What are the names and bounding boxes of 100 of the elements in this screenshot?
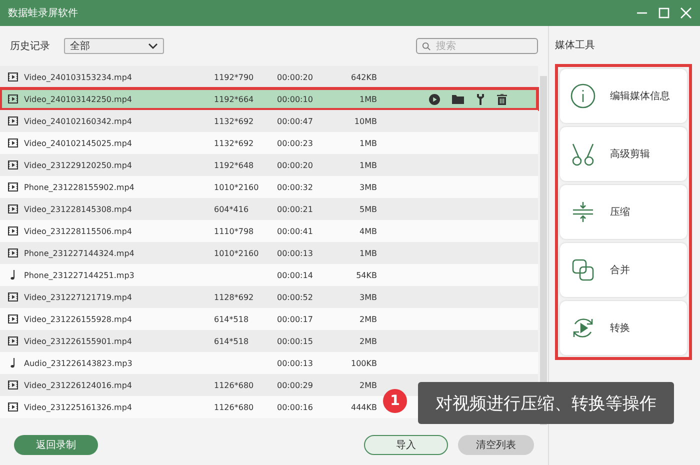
file-row[interactable]: Video_231227121719.mp4 1128*692 00:00:52 3MB (0, 286, 538, 308)
file-row[interactable]: Video_240102160342.mp4 1132*692 00:00:47 10MB (0, 110, 538, 132)
tool-card[interactable]: 高级剪辑 (560, 127, 687, 181)
video-icon (8, 160, 18, 170)
video-icon (8, 94, 18, 104)
wrench-icon[interactable] (476, 94, 485, 104)
video-icon (8, 116, 18, 126)
file-name: Video_231228145308.mp4 (24, 204, 132, 214)
action-button[interactable]: 清空列表 (458, 435, 534, 455)
tool-card[interactable]: 合并 (560, 243, 687, 297)
window-title: 数据蛙录屏软件 (8, 6, 79, 20)
resolution: 614*518 (214, 314, 249, 324)
filter-dropdown[interactable]: 全部 (64, 38, 164, 54)
video-icon (8, 292, 18, 302)
resolution: 1010*2160 (214, 248, 259, 258)
video-icon (8, 336, 18, 346)
file-name: Video_231228115506.mp4 (24, 226, 132, 236)
file-size: 1MB (360, 138, 377, 148)
history-label: 历史记录 (10, 40, 50, 53)
callout-tooltip: 对视频进行压缩、转换等操作 (418, 382, 674, 424)
duration: 00:00:32 (277, 182, 313, 192)
file-name: Video_231229120250.mp4 (24, 160, 132, 170)
tool-card[interactable]: 转换 (560, 301, 687, 355)
merge-icon (570, 257, 596, 283)
file-row[interactable]: Phone_231227144324.mp4 1010*2160 00:00:13 1MB (0, 242, 538, 264)
compress-icon (570, 199, 596, 225)
duration: 00:00:15 (277, 336, 313, 346)
resolution: 1110*798 (214, 226, 254, 236)
maximize-icon[interactable] (658, 7, 670, 19)
duration: 00:00:17 (277, 314, 313, 324)
file-name: Phone_231227144324.mp4 (24, 248, 134, 258)
file-name: Video_231225161326.mp4 (24, 402, 132, 412)
video-icon (8, 248, 18, 258)
duration: 00:00:13 (277, 248, 313, 258)
duration: 00:00:14 (277, 270, 313, 280)
folder-icon[interactable] (452, 94, 464, 104)
duration: 00:00:20 (277, 72, 313, 82)
trash-icon[interactable] (497, 94, 507, 104)
file-name: Video_240102145025.mp4 (24, 138, 132, 148)
tool-label: 合并 (610, 264, 630, 277)
search-icon (422, 42, 431, 50)
file-size: 444KB (350, 402, 377, 412)
file-row[interactable]: Video_231226155928.mp4 614*518 00:00:17 2MB (0, 308, 538, 330)
file-row[interactable]: Video_240103153234.mp4 1192*790 00:00:20 642KB (0, 66, 538, 88)
file-name: Video_240102160342.mp4 (24, 116, 132, 126)
resolution: 1132*692 (214, 138, 254, 148)
file-size: 54KB (356, 270, 377, 280)
file-size: 10MB (354, 116, 377, 126)
video-icon (8, 72, 18, 82)
duration: 00:00:47 (277, 116, 313, 126)
file-row[interactable]: Phone_231228155902.mp4 1010*2160 00:00:32 3MB (0, 176, 538, 198)
file-row[interactable]: Video_240102145025.mp4 1132*692 00:00:23 1MB (0, 132, 538, 154)
file-name: Video_231227121719.mp4 (24, 292, 132, 302)
play-icon[interactable] (429, 94, 440, 104)
resolution: 1192*790 (214, 72, 254, 82)
file-size: 5MB (360, 204, 377, 214)
tool-card[interactable]: 压缩 (560, 185, 687, 239)
action-button[interactable]: 导入 (364, 435, 448, 455)
file-size: 3MB (360, 182, 377, 192)
tool-card[interactable]: 编辑媒体信息 (560, 69, 687, 123)
tool-label: 编辑媒体信息 (610, 90, 670, 103)
file-row[interactable]: Audio_231226143823.mp3 00:00:13 100KB (0, 352, 538, 374)
resolution: 1010*2160 (214, 182, 259, 192)
file-name: Video_231226155928.mp4 (24, 314, 132, 324)
resolution: 1132*692 (214, 116, 254, 126)
video-icon (8, 182, 18, 192)
file-row[interactable]: Video_231228145308.mp4 604*416 00:00:21 5MB (0, 198, 538, 220)
file-row[interactable]: Video_231229120250.mp4 1192*648 00:00:20 1MB (0, 154, 538, 176)
file-name: Audio_231226143823.mp3 (24, 358, 132, 368)
chevron-down-icon (148, 43, 158, 49)
duration: 00:00:16 (277, 402, 313, 412)
file-row[interactable]: Video_240103142250.mp4 1192*664 00:00:10 1MB (0, 88, 538, 110)
file-name: Video_231226124016.mp4 (24, 380, 132, 390)
close-icon[interactable] (680, 7, 692, 19)
resolution: 1192*648 (214, 160, 254, 170)
file-name: Video_240103153234.mp4 (24, 72, 132, 82)
resolution: 604*416 (214, 204, 249, 214)
file-size: 2MB (360, 380, 377, 390)
file-name: Phone_231228155902.mp4 (24, 182, 134, 192)
resolution: 1128*692 (214, 292, 254, 302)
resolution: 1126*680 (214, 380, 254, 390)
file-size: 1MB (360, 94, 377, 104)
duration: 00:00:52 (277, 292, 313, 302)
file-row[interactable]: Video_231226155901.mp4 614*518 00:00:15 2MB (0, 330, 538, 352)
duration: 00:00:41 (277, 226, 313, 236)
video-icon (8, 204, 18, 214)
file-size: 1MB (360, 248, 377, 258)
file-row[interactable]: Phone_231227144251.mp3 00:00:14 54KB (0, 264, 538, 286)
scissors-icon (570, 141, 596, 167)
duration: 00:00:29 (277, 380, 313, 390)
action-button[interactable]: 返回录制 (14, 435, 98, 455)
resolution: 614*518 (214, 336, 249, 346)
video-icon (8, 226, 18, 236)
file-size: 1MB (360, 160, 377, 170)
file-size: 2MB (360, 314, 377, 324)
video-icon (8, 402, 18, 412)
file-size: 2MB (360, 336, 377, 346)
file-row[interactable]: Video_231228115506.mp4 1110*798 00:00:41 4MB (0, 220, 538, 242)
file-name: Video_231226155901.mp4 (24, 336, 132, 346)
duration: 00:00:20 (277, 160, 313, 170)
